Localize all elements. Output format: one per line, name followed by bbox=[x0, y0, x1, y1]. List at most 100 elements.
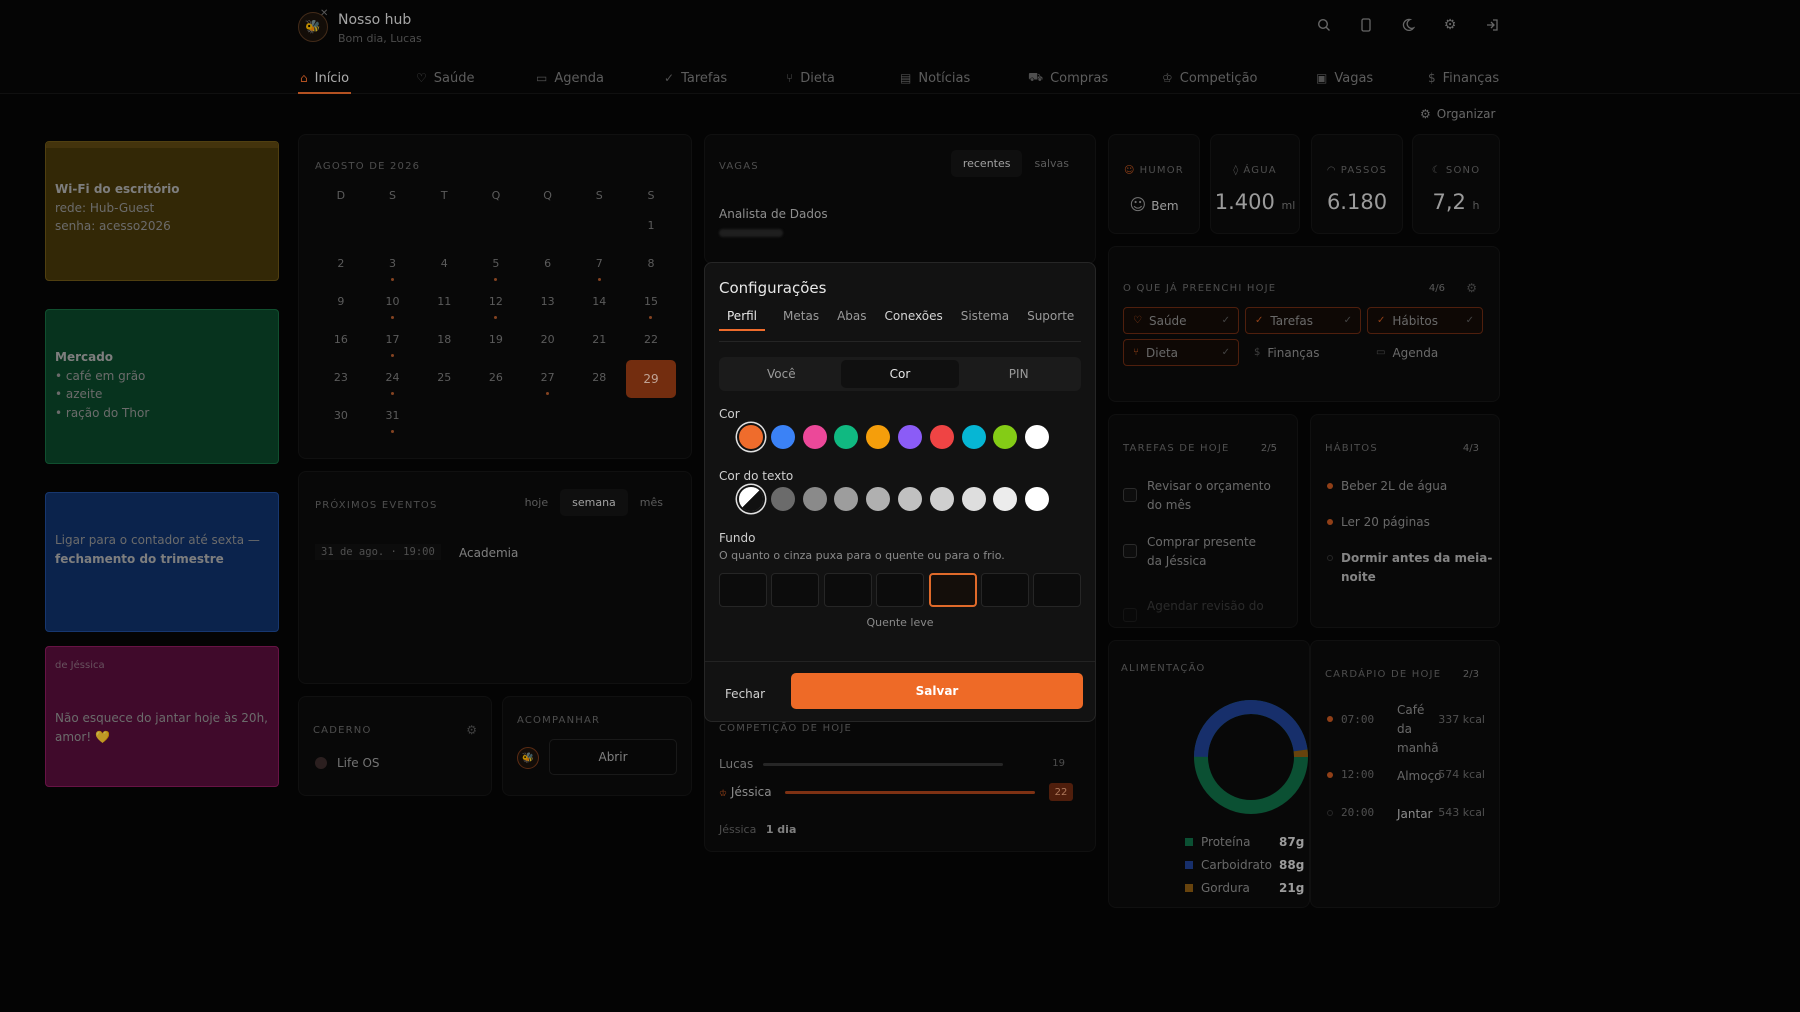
color-swatch[interactable] bbox=[993, 425, 1018, 449]
calendar-day[interactable]: 2 bbox=[315, 257, 367, 295]
task-item[interactable]: Agendar revisão do bbox=[1123, 597, 1273, 622]
calendar-day[interactable]: 17 bbox=[367, 333, 419, 371]
background-swatch[interactable] bbox=[771, 573, 820, 607]
meal-item[interactable]: 07:00 Café da manhã 337 kcal bbox=[1325, 701, 1485, 761]
filter-recentes[interactable]: recentes bbox=[950, 150, 1023, 177]
calendar-day[interactable]: 16 bbox=[315, 333, 367, 371]
calendar-day[interactable]: 29 bbox=[625, 360, 677, 409]
color-swatch[interactable] bbox=[1025, 425, 1050, 449]
search-icon[interactable] bbox=[1316, 17, 1332, 33]
note-market[interactable]: Mercado • café em grão • azeite • ração … bbox=[45, 309, 279, 464]
calendar-day[interactable]: 4 bbox=[418, 257, 470, 295]
task-item[interactable]: Revisar o orçamento do mês bbox=[1123, 477, 1273, 515]
stat-sono[interactable]: ☾ SONO 7,2 h bbox=[1412, 134, 1500, 234]
calendar-day[interactable]: 18 bbox=[418, 333, 470, 371]
segment-você[interactable]: Você bbox=[722, 360, 841, 388]
task-item[interactable]: Comprar presente da Jéssica bbox=[1123, 533, 1273, 571]
calendar-day[interactable]: 8 bbox=[625, 257, 677, 295]
calendar-day[interactable]: 26 bbox=[470, 371, 522, 409]
job-title[interactable]: Analista de Dados bbox=[719, 207, 828, 221]
calendar-day[interactable]: 5 bbox=[470, 257, 522, 295]
task-checkbox[interactable] bbox=[1123, 608, 1137, 622]
filter-semana[interactable]: semana bbox=[560, 489, 628, 516]
calendar-day[interactable]: 14 bbox=[573, 295, 625, 333]
color-swatch[interactable] bbox=[929, 425, 954, 449]
close-icon[interactable]: ✕ bbox=[320, 8, 328, 19]
text-color-swatch[interactable] bbox=[1025, 487, 1050, 511]
chip-saúde[interactable]: ♡ Saúde ✓ bbox=[1123, 307, 1239, 334]
task-checkbox[interactable] bbox=[1123, 488, 1137, 502]
color-swatch[interactable] bbox=[866, 425, 891, 449]
calendar-day[interactable]: 30 bbox=[315, 409, 367, 447]
tab-competição[interactable]: ♔ Competição bbox=[1160, 62, 1260, 94]
habit-item[interactable]: Ler 20 páginas bbox=[1325, 513, 1495, 532]
calendar-day[interactable]: 25 bbox=[418, 371, 470, 409]
tab-compras[interactable]: ⛟ Compras bbox=[1026, 62, 1110, 94]
task-checkbox[interactable] bbox=[1123, 544, 1137, 558]
color-swatch[interactable] bbox=[802, 425, 827, 449]
modal-tab-sistema[interactable]: Sistema bbox=[961, 309, 1009, 331]
chip-agenda[interactable]: ▭ Agenda bbox=[1367, 339, 1483, 366]
modal-tab-abas[interactable]: Abas bbox=[837, 309, 866, 331]
habit-item[interactable]: Dormir antes da meia-noite bbox=[1325, 549, 1495, 587]
calendar-day[interactable]: 19 bbox=[470, 333, 522, 371]
stat-humor[interactable]: ☺ HUMOR ☺ Bem bbox=[1108, 134, 1200, 234]
calendar-day[interactable]: 1 bbox=[625, 219, 677, 257]
close-button[interactable]: Fechar bbox=[719, 677, 771, 711]
tab-início[interactable]: ⌂ Início bbox=[298, 62, 352, 94]
open-button[interactable]: Abrir bbox=[549, 739, 677, 775]
stat-água[interactable]: ◊ ÁGUA 1.400 ml bbox=[1210, 134, 1300, 234]
color-swatch[interactable] bbox=[739, 425, 763, 449]
background-swatch[interactable] bbox=[980, 573, 1029, 607]
text-color-swatch[interactable] bbox=[961, 487, 986, 511]
calendar-day[interactable]: 24 bbox=[367, 371, 419, 409]
modal-tab-conexões[interactable]: Conexões bbox=[885, 309, 943, 331]
filter-hoje[interactable]: hoje bbox=[513, 489, 561, 516]
tab-tarefas[interactable]: ✓ Tarefas bbox=[662, 62, 729, 94]
text-color-swatch[interactable] bbox=[770, 487, 795, 511]
calendar-day[interactable]: 15 bbox=[625, 295, 677, 333]
color-swatch[interactable] bbox=[897, 425, 922, 449]
calendar-day[interactable]: 7 bbox=[573, 257, 625, 295]
text-color-swatch[interactable] bbox=[993, 487, 1018, 511]
note-accountant[interactable]: Ligar para o contador até sexta — fecham… bbox=[45, 492, 279, 632]
text-color-swatch[interactable] bbox=[802, 487, 827, 511]
calendar-day[interactable]: 28 bbox=[573, 371, 625, 409]
modal-tab-metas[interactable]: Metas bbox=[783, 309, 819, 331]
color-swatch[interactable] bbox=[961, 425, 986, 449]
background-swatch[interactable] bbox=[876, 573, 925, 607]
background-swatch[interactable] bbox=[928, 573, 977, 607]
gear-icon[interactable]: ⚙ bbox=[466, 723, 477, 737]
meal-item[interactable]: 20:00 Jantar 543 kcal bbox=[1325, 805, 1485, 865]
modal-tab-perfil[interactable]: Perfil bbox=[719, 309, 766, 331]
tab-saúde[interactable]: ♡ Saúde bbox=[414, 62, 476, 94]
calendar-day[interactable]: 20 bbox=[522, 333, 574, 371]
tab-notícias[interactable]: ▤ Notícias bbox=[898, 62, 972, 94]
calendar-day[interactable]: 23 bbox=[315, 371, 367, 409]
tab-finanças[interactable]: $ Finanças bbox=[1426, 62, 1501, 94]
calendar-day[interactable]: 21 bbox=[573, 333, 625, 371]
background-swatch[interactable] bbox=[719, 573, 767, 607]
calendar-day[interactable]: 13 bbox=[522, 295, 574, 333]
habit-item[interactable]: Beber 2L de água bbox=[1325, 477, 1495, 496]
chip-dieta[interactable]: ⑂ Dieta ✓ bbox=[1123, 339, 1239, 366]
background-swatch[interactable] bbox=[1033, 573, 1082, 607]
calendar-day[interactable]: 3 bbox=[367, 257, 419, 295]
gear-icon[interactable]: ⚙ bbox=[1442, 17, 1458, 33]
calendar-day[interactable]: 31 bbox=[367, 409, 419, 447]
stat-passos[interactable]: ◠ PASSOS 6.180 bbox=[1311, 134, 1403, 234]
chip-hábitos[interactable]: ✓ Hábitos ✓ bbox=[1367, 307, 1483, 334]
notebook-item[interactable]: Life OS bbox=[337, 756, 380, 770]
segment-pin[interactable]: PIN bbox=[959, 360, 1078, 388]
phone-icon[interactable] bbox=[1358, 17, 1374, 33]
text-color-swatch[interactable] bbox=[739, 487, 763, 511]
calendar-day[interactable]: 6 bbox=[522, 257, 574, 295]
background-swatch[interactable] bbox=[823, 573, 872, 607]
logout-icon[interactable] bbox=[1484, 17, 1500, 33]
calendar-day[interactable]: 9 bbox=[315, 295, 367, 333]
today-marker[interactable]: 29 bbox=[625, 360, 676, 398]
color-swatch[interactable] bbox=[834, 425, 859, 449]
tab-agenda[interactable]: ▭ Agenda bbox=[534, 62, 606, 94]
calendar-day[interactable]: 27 bbox=[522, 371, 574, 409]
chip-tarefas[interactable]: ✓ Tarefas ✓ bbox=[1245, 307, 1361, 334]
